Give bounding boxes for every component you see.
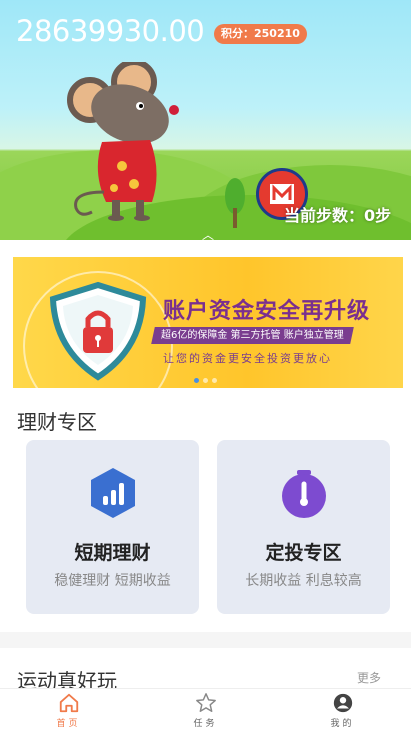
banner-subtitle-text: 超6亿的保障金 第三方托管 账户独立管理 [161,330,344,341]
tab-home[interactable]: 首页 [0,689,137,730]
carousel-dot[interactable] [203,378,208,383]
carousel-indicator [194,378,217,383]
user-icon [333,693,352,713]
bar-chart-hexagon-icon [90,468,135,518]
bottom-tab-bar: 首页 任务 我的 [0,688,411,730]
home-icon [59,693,78,713]
fixed-investment-card[interactable]: 定投专区 长期收益 利息较高 [217,440,390,614]
card-title: 定投专区 [265,542,342,564]
card-subtitle: 长期收益 利息较高 [245,573,362,589]
shield-lock-icon [49,281,147,381]
banner-tagline: 让您的资金更安全投资更放心 [163,352,332,365]
balance-amount: 28639930.00 [16,14,205,48]
star-icon [195,693,216,712]
icon-holder [26,466,199,520]
card-title: 短期理财 [74,542,151,564]
mouse-mascot-icon[interactable] [62,62,192,222]
tab-label: 我的 [330,719,355,729]
carousel-dot[interactable] [194,378,199,383]
hero-banner: 28639930.00 积分：250210 当前步数：0步 ︿ [0,0,411,240]
promo-carousel: 账户资金安全再升级 超6亿的保障金 第三方托管 账户独立管理 让您的资金更安全投… [0,240,411,392]
tab-label: 任务 [193,719,218,729]
short-term-finance-card[interactable]: 短期理财 稳健理财 短期收益 [26,440,199,614]
timer-icon [281,470,326,518]
promo-banner[interactable]: 账户资金安全再升级 超6亿的保障金 第三方托管 账户独立管理 让您的资金更安全投… [13,257,403,388]
points-badge[interactable]: 积分：250210 [214,24,307,44]
icon-holder [217,466,390,520]
card-subtitle: 稳健理财 短期收益 [54,573,171,589]
carousel-dot[interactable] [212,378,217,383]
step-count: 当前步数：0步 [284,206,392,225]
section-title: 理财专区 [17,410,97,434]
tab-profile[interactable]: 我的 [274,689,411,730]
tree-decoration [225,178,245,228]
tab-tasks[interactable]: 任务 [137,689,274,730]
more-link[interactable]: 更多 [357,669,381,686]
banner-title: 账户资金安全再升级 [163,299,371,324]
banner-subtitle: 超6亿的保障金 第三方托管 账户独立管理 [151,327,354,344]
chevron-up-icon: ︿ [202,228,215,240]
sport-section: 运动真好玩 更多 [0,648,411,693]
finance-section: 理财专区 短期理财 稳健理财 短期收益 定投专区 长期收益 利息较高 [0,392,411,632]
tab-label: 首页 [56,719,81,729]
